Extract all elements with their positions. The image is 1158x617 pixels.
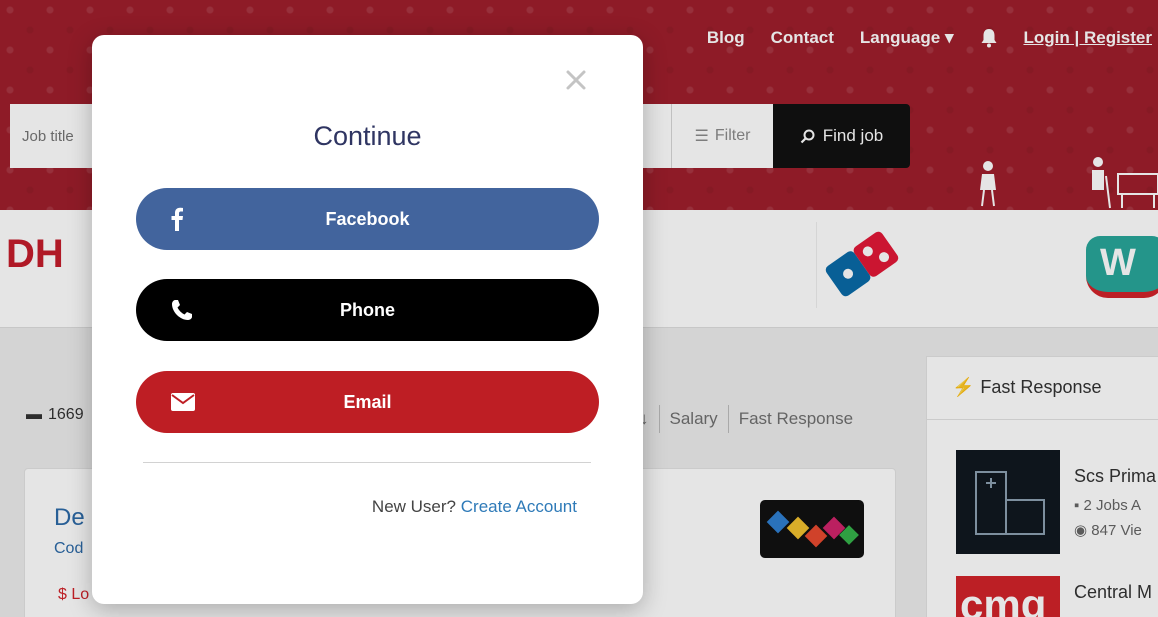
facebook-icon	[170, 207, 184, 231]
modal-divider	[143, 462, 591, 463]
background-page: Blog Contact Language ▾ Login | Register…	[0, 0, 1158, 617]
signup-prompt: New User? Create Account	[372, 497, 577, 517]
phone-login-button[interactable]: Phone	[136, 279, 599, 341]
email-login-button[interactable]: Email	[136, 371, 599, 433]
phone-icon	[170, 298, 194, 322]
close-icon[interactable]	[565, 69, 587, 91]
facebook-button-label: Facebook	[325, 208, 410, 229]
email-button-label: Email	[343, 391, 392, 412]
modal-title: Continue	[313, 121, 422, 151]
create-account-link[interactable]: Create Account	[461, 497, 577, 516]
new-user-text: New User?	[371, 497, 457, 516]
facebook-login-button[interactable]: Facebook	[136, 188, 599, 250]
phone-button-label: Phone	[339, 299, 395, 320]
envelope-icon	[170, 392, 196, 412]
continue-modal: Continue Facebook Phone Email New User? …	[92, 35, 643, 604]
